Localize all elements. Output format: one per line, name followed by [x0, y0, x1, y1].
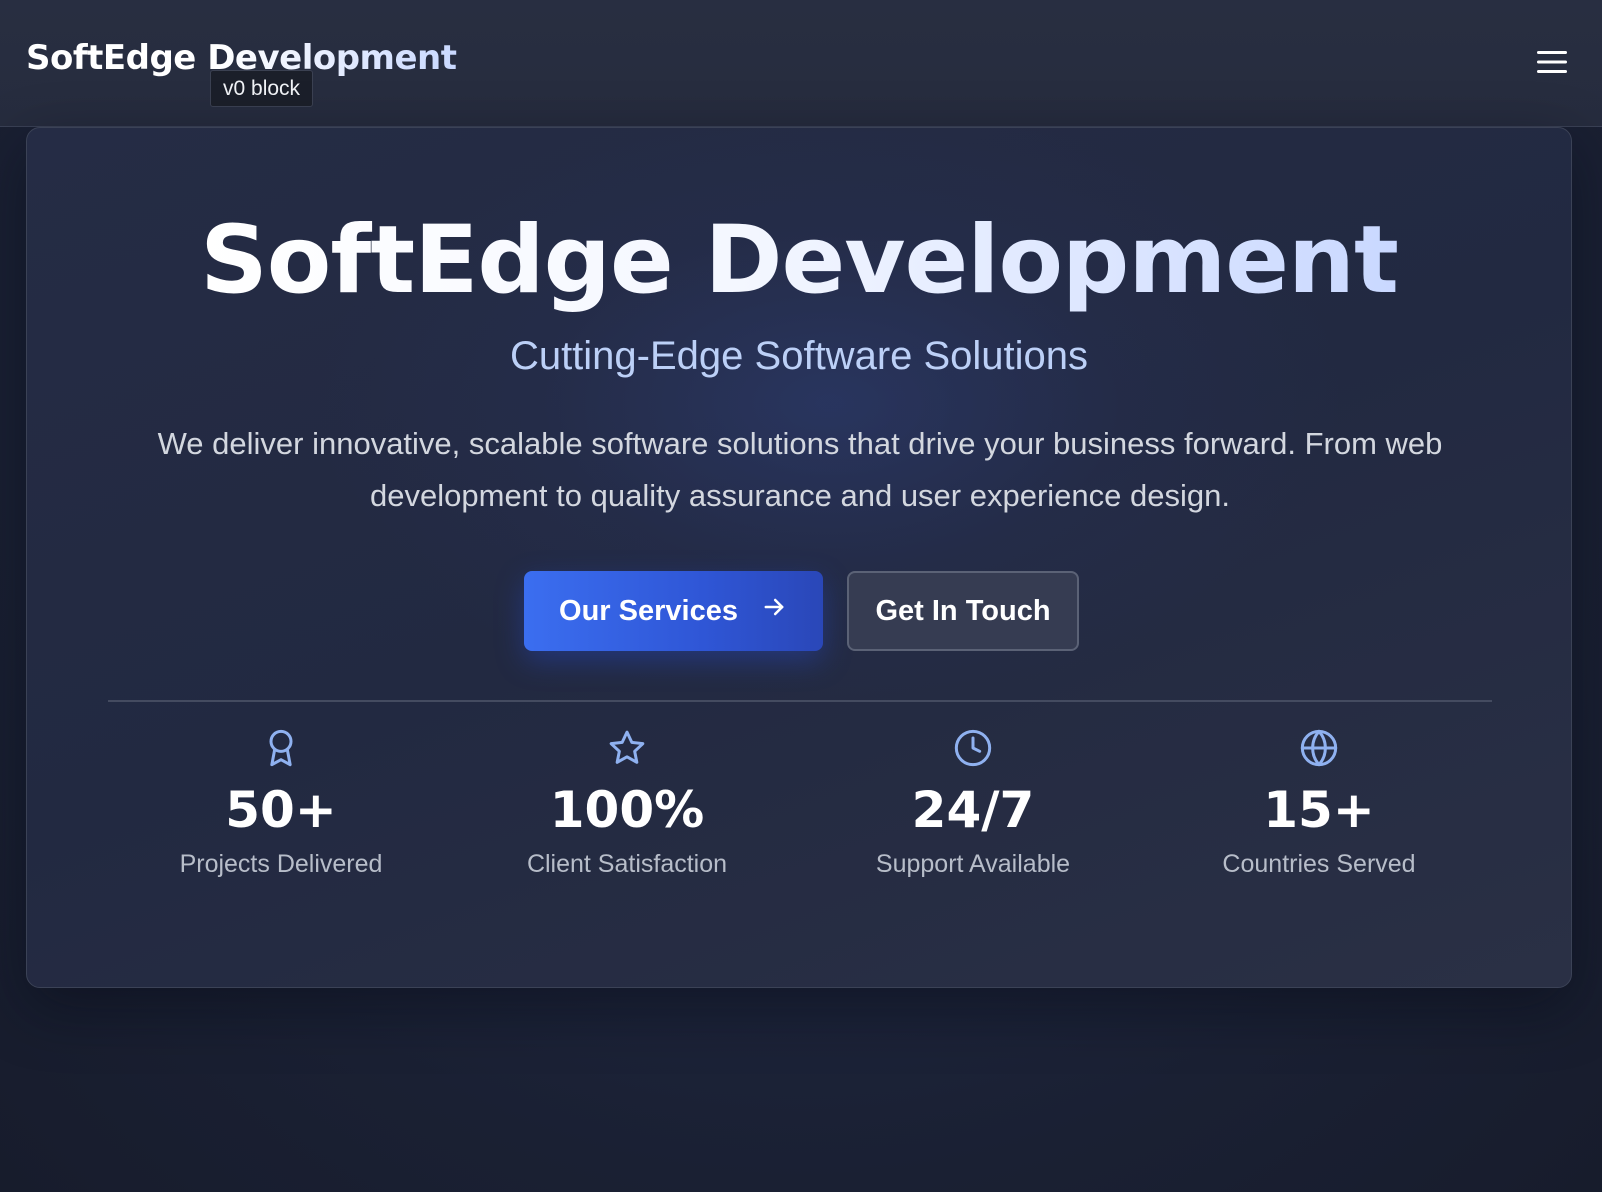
stat-satisfaction: 100% Client Satisfaction	[454, 728, 800, 908]
top-navbar: SoftEdge Development v0 block	[0, 0, 1602, 127]
stat-value: 100%	[549, 781, 705, 839]
our-services-label: Our Services	[559, 594, 738, 627]
stat-projects: 50+ Projects Delivered	[108, 728, 454, 908]
clock-icon	[953, 728, 993, 768]
stats-row: 50+ Projects Delivered 100% Client Satis…	[108, 728, 1492, 908]
hero-description: We deliver innovative, scalable software…	[157, 426, 1443, 513]
hero-card: SoftEdge Development Cutting-Edge Softwa…	[26, 127, 1572, 988]
stat-label: Countries Served	[1222, 850, 1416, 878]
stat-value: 24/7	[911, 781, 1035, 839]
hero-title: SoftEdge Development	[200, 206, 1399, 315]
arrow-right-icon	[760, 593, 788, 629]
get-in-touch-button[interactable]: Get In Touch	[847, 571, 1079, 651]
stats-divider	[108, 700, 1492, 702]
globe-icon	[1299, 728, 1339, 768]
stat-label: Support Available	[875, 850, 1071, 878]
hero-subtitle: Cutting-Edge Software Solutions	[509, 334, 1089, 378]
star-icon	[607, 728, 647, 768]
stat-support: 24/7 Support Available	[800, 728, 1146, 908]
award-icon	[261, 728, 301, 768]
our-services-button[interactable]: Our Services	[524, 571, 823, 651]
stat-label: Projects Delivered	[179, 850, 383, 878]
stat-label: Client Satisfaction	[526, 850, 728, 878]
hamburger-menu-icon[interactable]	[1534, 46, 1570, 78]
get-in-touch-label: Get In Touch	[875, 594, 1051, 627]
v0-block-tooltip: v0 block	[210, 70, 314, 107]
stat-countries: 15+ Countries Served	[1146, 728, 1492, 908]
stat-value: 50+	[225, 781, 337, 839]
stat-value: 15+	[1263, 781, 1375, 839]
